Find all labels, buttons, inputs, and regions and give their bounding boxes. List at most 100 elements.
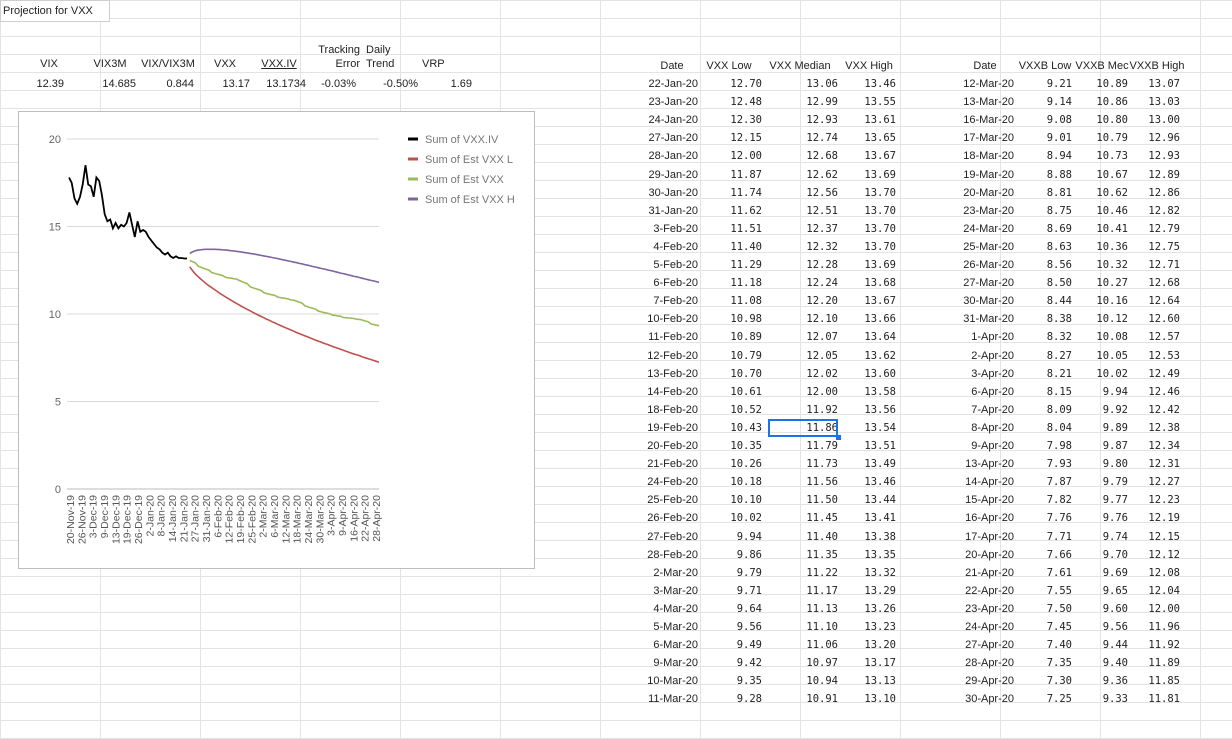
table-cell[interactable]: 12.96 [1130, 129, 1180, 147]
table-cell[interactable]: 7.82 [1016, 491, 1072, 509]
table-cell[interactable]: 13.03 [1130, 93, 1180, 111]
table-cell[interactable]: 13.70 [842, 220, 896, 238]
table-cell[interactable]: 13.68 [842, 274, 896, 292]
table-row-date[interactable]: 17-Apr-20 [950, 528, 1014, 546]
table-row-date[interactable]: 9-Apr-20 [950, 437, 1014, 455]
summary-header-vrp[interactable]: VRP [420, 57, 474, 71]
summary-value-vxx-iv[interactable]: 13.1734 [252, 75, 306, 93]
table-cell[interactable]: 7.76 [1016, 509, 1072, 527]
table-row-date[interactable]: 6-Feb-20 [640, 274, 698, 292]
table-vxx-header[interactable]: VXX High [843, 58, 895, 74]
table-cell[interactable]: 8.32 [1016, 328, 1072, 346]
summary-header-daily-trend[interactable]: Daily Trend [362, 43, 422, 71]
table-cell[interactable]: 12.68 [768, 147, 838, 165]
table-cell[interactable]: 9.79 [700, 564, 762, 582]
table-cell[interactable]: 11.10 [768, 618, 838, 636]
table-row-date[interactable]: 16-Mar-20 [950, 111, 1014, 129]
table-cell[interactable]: 13.56 [842, 401, 896, 419]
table-cell[interactable]: 7.50 [1016, 600, 1072, 618]
summary-header-tracking-error[interactable]: Tracking Error [308, 43, 360, 71]
summary-value-vix[interactable]: 12.39 [18, 75, 64, 93]
table-cell[interactable]: 12.71 [1130, 256, 1180, 274]
table-cell[interactable]: 7.61 [1016, 564, 1072, 582]
table-cell[interactable]: 11.08 [700, 292, 762, 310]
table-row-date[interactable]: 19-Feb-20 [640, 419, 698, 437]
table-vxxb-header[interactable]: VXXB Mec [1074, 58, 1130, 74]
table-cell[interactable]: 11.73 [768, 455, 838, 473]
table-cell[interactable]: 11.22 [768, 564, 838, 582]
table-cell[interactable]: 11.51 [700, 220, 762, 238]
summary-header-vix-vix3m[interactable]: VIX/VIX3M [138, 57, 198, 71]
table-row-date[interactable]: 14-Feb-20 [640, 383, 698, 401]
table-cell[interactable]: 13.65 [842, 129, 896, 147]
table-cell[interactable]: 9.79 [1072, 473, 1128, 491]
table-row-date[interactable]: 20-Mar-20 [950, 184, 1014, 202]
legend-entry[interactable]: Sum of Est VXX H [425, 194, 515, 206]
table-row-date[interactable]: 11-Feb-20 [640, 328, 698, 346]
table-cell[interactable]: 12.51 [768, 202, 838, 220]
table-cell[interactable]: 11.96 [1130, 618, 1180, 636]
table-cell[interactable]: 12.60 [1130, 310, 1180, 328]
table-cell[interactable]: 8.50 [1016, 274, 1072, 292]
table-cell[interactable]: 9.74 [1072, 528, 1128, 546]
table-cell[interactable]: 12.31 [1130, 455, 1180, 473]
table-row-date[interactable]: 10-Feb-20 [640, 310, 698, 328]
table-cell[interactable]: 12.00 [768, 383, 838, 401]
table-cell[interactable]: 10.36 [1072, 238, 1128, 256]
table-row-date[interactable]: 7-Apr-20 [950, 401, 1014, 419]
table-cell[interactable]: 10.86 [1072, 93, 1128, 111]
table-cell[interactable]: 10.46 [1072, 202, 1128, 220]
table-row-date[interactable]: 13-Apr-20 [950, 455, 1014, 473]
table-row-date[interactable]: 21-Feb-20 [640, 455, 698, 473]
table-cell[interactable]: 13.60 [842, 365, 896, 383]
table-row-date[interactable]: 25-Feb-20 [640, 491, 698, 509]
table-cell[interactable]: 11.87 [700, 166, 762, 184]
table-cell[interactable]: 13.70 [842, 202, 896, 220]
table-cell[interactable]: 9.92 [1072, 401, 1128, 419]
table-cell[interactable]: 10.62 [1072, 184, 1128, 202]
table-cell[interactable]: 8.69 [1016, 220, 1072, 238]
table-cell[interactable]: 10.89 [1072, 75, 1128, 93]
table-cell[interactable]: 11.29 [700, 256, 762, 274]
table-cell[interactable]: 9.01 [1016, 129, 1072, 147]
table-row-date[interactable]: 30-Apr-20 [950, 690, 1014, 708]
table-cell[interactable]: 10.02 [700, 509, 762, 527]
table-row-date[interactable]: 30-Jan-20 [640, 184, 698, 202]
table-cell[interactable]: 10.52 [700, 401, 762, 419]
table-cell[interactable]: 13.23 [842, 618, 896, 636]
table-cell[interactable]: 12.53 [1130, 347, 1180, 365]
table-cell[interactable]: 12.79 [1130, 220, 1180, 238]
table-cell[interactable]: 7.30 [1016, 672, 1072, 690]
table-cell[interactable]: 12.68 [1130, 274, 1180, 292]
summary-header-vix[interactable]: VIX [18, 57, 80, 71]
table-row-date[interactable]: 16-Apr-20 [950, 509, 1014, 527]
table-cell[interactable]: 12.00 [1130, 600, 1180, 618]
table-cell[interactable]: 12.20 [768, 292, 838, 310]
table-cell[interactable]: 13.46 [842, 75, 896, 93]
table-cell[interactable]: 8.04 [1016, 419, 1072, 437]
table-cell[interactable]: 10.89 [700, 328, 762, 346]
table-row-date[interactable]: 17-Mar-20 [950, 129, 1014, 147]
table-cell[interactable]: 9.08 [1016, 111, 1072, 129]
table-cell[interactable]: 10.98 [700, 310, 762, 328]
table-row-date[interactable]: 18-Feb-20 [640, 401, 698, 419]
table-cell[interactable]: 12.82 [1130, 202, 1180, 220]
table-cell[interactable]: 10.43 [700, 419, 762, 437]
table-cell[interactable]: 10.16 [1072, 292, 1128, 310]
table-row-date[interactable]: 4-Feb-20 [640, 238, 698, 256]
table-cell[interactable]: 8.94 [1016, 147, 1072, 165]
table-cell[interactable]: 12.49 [1130, 365, 1180, 383]
table-cell[interactable]: 10.26 [700, 455, 762, 473]
table-cell[interactable]: 9.60 [1072, 600, 1128, 618]
table-row-date[interactable]: 10-Mar-20 [640, 672, 698, 690]
table-cell[interactable]: 8.88 [1016, 166, 1072, 184]
table-cell[interactable]: 11.40 [700, 238, 762, 256]
table-cell[interactable]: 13.54 [842, 419, 896, 437]
table-cell[interactable]: 10.18 [700, 473, 762, 491]
table-cell[interactable]: 10.94 [768, 672, 838, 690]
table-row-date[interactable]: 29-Apr-20 [950, 672, 1014, 690]
legend-entry[interactable]: Sum of VXX.IV [425, 134, 499, 146]
table-cell[interactable]: 13.66 [842, 310, 896, 328]
table-row-date[interactable]: 18-Mar-20 [950, 147, 1014, 165]
projection-chart[interactable]: 0 5 10 15 20 20-Nov-19 26-Nov-19 3-Dec-19 9-Dec-… [18, 111, 535, 569]
